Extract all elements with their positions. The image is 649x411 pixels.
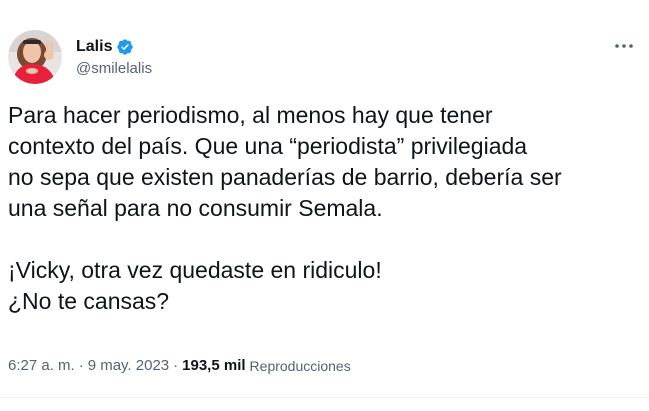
meta-separator: ·: [78, 357, 84, 374]
more-options-button[interactable]: [607, 32, 641, 60]
ellipsis-icon: [615, 44, 633, 48]
tweet-meta: 6:27 a. m. · 9 may. 2023 · 193,5 mil Rep…: [8, 356, 351, 376]
author-handle[interactable]: @smilelalis: [76, 60, 152, 78]
author-name-row[interactable]: Lalis: [76, 37, 134, 56]
author-display-name[interactable]: Lalis: [76, 37, 112, 56]
meta-separator: ·: [173, 357, 179, 374]
tweet: Lalis @smilelalis Para hacer periodismo,…: [0, 0, 649, 411]
views-label[interactable]: Reproducciones: [250, 356, 351, 376]
tweet-date[interactable]: 9 may. 2023: [88, 356, 169, 376]
divider: [0, 397, 649, 398]
tweet-paragraph: ¡Vicky, otra vez quedaste en ridiculo! ¿…: [8, 257, 382, 314]
tweet-text: Para hacer periodismo, al menos hay que …: [8, 100, 640, 317]
avatar[interactable]: [8, 30, 62, 84]
avatar-image: [8, 30, 62, 84]
verified-badge-icon: [116, 38, 134, 56]
views-count[interactable]: 193,5 mil: [182, 356, 245, 376]
tweet-time[interactable]: 6:27 a. m.: [8, 356, 75, 376]
tweet-paragraph: Para hacer periodismo, al menos hay que …: [8, 102, 562, 221]
